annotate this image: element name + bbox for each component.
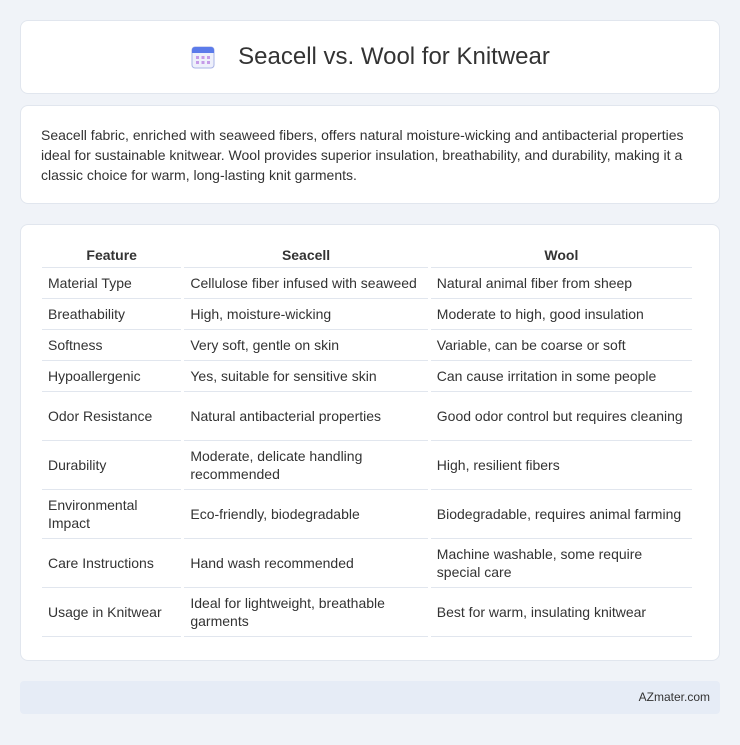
seacell-cell: Eco-friendly, biodegradable (184, 490, 428, 539)
wool-cell: Variable, can be coarse or soft (430, 330, 692, 361)
wool-cell: Can cause irritation in some people (430, 361, 692, 392)
table-row: Breathability High, moisture-wicking Mod… (42, 299, 692, 330)
table-row: Softness Very soft, gentle on skin Varia… (42, 330, 692, 361)
column-header-wool: Wool (430, 245, 692, 268)
column-header-feature: Feature (42, 245, 182, 268)
seacell-cell: Ideal for lightweight, breathable garmen… (184, 588, 428, 637)
seacell-cell: High, moisture-wicking (184, 299, 428, 330)
comparison-table: Feature Seacell Wool Material Type Cellu… (39, 245, 695, 637)
wool-cell: Natural animal fiber from sheep (430, 268, 692, 299)
footer-brand: AZmater.com (638, 690, 710, 704)
feature-cell: Care Instructions (42, 539, 182, 588)
feature-cell: Hypoallergenic (42, 361, 182, 392)
page-title: Seacell vs. Wool for Knitwear (238, 43, 550, 70)
description-text: Seacell fabric, enriched with seaweed fi… (41, 127, 684, 183)
table-row: Hypoallergenic Yes, suitable for sensiti… (42, 361, 692, 392)
table-row: Durability Moderate, delicate handling r… (42, 441, 692, 490)
feature-cell: Material Type (42, 268, 182, 299)
wool-cell: Machine washable, some require special c… (430, 539, 692, 588)
table-row: Odor Resistance Natural antibacterial pr… (42, 392, 692, 441)
title-card: Seacell vs. Wool for Knitwear (20, 20, 720, 94)
column-header-seacell: Seacell (184, 245, 428, 268)
seacell-cell: Moderate, delicate handling recommended (184, 441, 428, 490)
table-row: Environmental Impact Eco-friendly, biode… (42, 490, 692, 539)
feature-cell: Usage in Knitwear (42, 588, 182, 637)
feature-cell: Softness (42, 330, 182, 361)
table-row: Usage in Knitwear Ideal for lightweight,… (42, 588, 692, 637)
wool-cell: Best for warm, insulating knitwear (430, 588, 692, 637)
table-header-row: Feature Seacell Wool (42, 245, 692, 268)
wool-cell: High, resilient fibers (430, 441, 692, 490)
seacell-cell: Yes, suitable for sensitive skin (184, 361, 428, 392)
table-row: Care Instructions Hand wash recommended … (42, 539, 692, 588)
description-card: Seacell fabric, enriched with seaweed fi… (20, 105, 720, 204)
feature-cell: Odor Resistance (42, 392, 182, 441)
comparison-card: Feature Seacell Wool Material Type Cellu… (20, 224, 720, 661)
wool-cell: Moderate to high, good insulation (430, 299, 692, 330)
seacell-cell: Cellulose fiber infused with seaweed (184, 268, 428, 299)
seacell-cell: Very soft, gentle on skin (184, 330, 428, 361)
feature-cell: Breathability (42, 299, 182, 330)
seacell-cell: Hand wash recommended (184, 539, 428, 588)
seacell-cell: Natural antibacterial properties (184, 392, 428, 441)
feature-cell: Environmental Impact (42, 490, 182, 539)
wool-cell: Biodegradable, requires animal farming (430, 490, 692, 539)
feature-cell: Durability (42, 441, 182, 490)
table-row: Material Type Cellulose fiber infused wi… (42, 268, 692, 299)
wool-cell: Good odor control but requires cleaning (430, 392, 692, 441)
footer: AZmater.com (20, 681, 720, 714)
calendar-icon (190, 44, 216, 70)
